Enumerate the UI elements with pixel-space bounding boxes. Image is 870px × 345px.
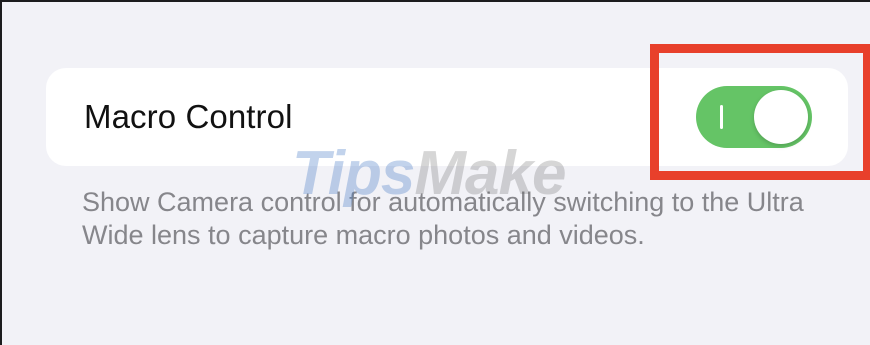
- macro-control-row: Macro Control: [46, 68, 848, 166]
- toggle-on-indicator-icon: [720, 105, 723, 129]
- macro-control-description: Show Camera control for automatically sw…: [82, 187, 804, 250]
- toggle-knob[interactable]: [754, 90, 808, 144]
- macro-control-toggle[interactable]: [696, 86, 812, 148]
- settings-screen: Macro Control Show Camera control for au…: [0, 0, 870, 345]
- macro-control-label: Macro Control: [84, 98, 293, 135]
